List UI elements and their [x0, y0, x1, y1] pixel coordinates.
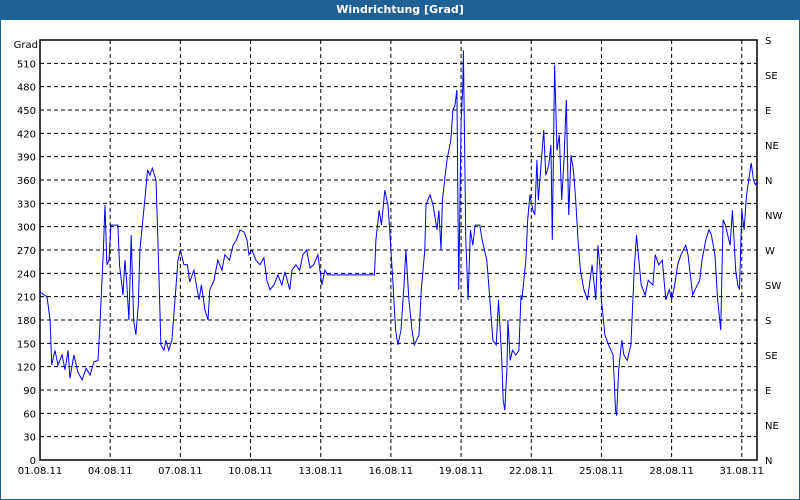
y-tick-label: 270 [17, 246, 36, 257]
x-tick-label: 25.08.11 [579, 466, 624, 477]
compass-tick-label: S [765, 316, 771, 327]
x-tick-label: 22.08.11 [509, 466, 554, 477]
compass-tick-label: NE [765, 141, 779, 152]
y-tick-label: 150 [17, 339, 36, 350]
compass-tick-label: NW [765, 211, 782, 222]
y-tick-label: 510 [17, 59, 36, 70]
y-axis-label: Grad [14, 40, 38, 51]
series [39, 50, 758, 416]
y-tick-label: 120 [17, 363, 36, 374]
wind-direction-line [39, 50, 758, 416]
y-tick-label: 90 [23, 386, 36, 397]
compass-tick-label: E [765, 106, 771, 117]
x-tick-label: 31.08.11 [720, 466, 765, 477]
x-tick-label: 01.08.11 [18, 466, 63, 477]
x-tick-label: 28.08.11 [649, 466, 694, 477]
compass-tick-label: S [765, 36, 771, 47]
y-tick-label: 420 [17, 129, 36, 140]
compass-tick-label: E [765, 386, 771, 397]
x-tick-label: 04.08.11 [88, 466, 133, 477]
y-tick-label: 180 [17, 316, 36, 327]
compass-tick-label: SW [765, 281, 781, 292]
y-tick-label: 210 [17, 293, 36, 304]
wind-direction-chart: 0306090120150180210240270300330360390420… [14, 36, 783, 477]
y-tick-label: 480 [17, 83, 36, 94]
x-tick-label: 07.08.11 [158, 466, 203, 477]
y-tick-label: 60 [23, 409, 36, 420]
compass-tick-label: SE [765, 351, 778, 362]
x-tick-label: 16.08.11 [369, 466, 414, 477]
y-tick-label: 390 [17, 153, 36, 164]
x-tick-label: 10.08.11 [228, 466, 273, 477]
y-tick-label: 360 [17, 176, 36, 187]
y-tick-label: 30 [23, 433, 36, 444]
x-tick-label: 19.08.11 [439, 466, 484, 477]
compass-tick-label: NE [765, 421, 779, 432]
y-tick-label: 300 [17, 223, 36, 234]
compass-tick-label: N [765, 176, 772, 187]
y-tick-label: 450 [17, 106, 36, 117]
compass-tick-label: SE [765, 71, 778, 82]
compass-tick-label: N [765, 456, 772, 467]
y-tick-label: 240 [17, 269, 36, 280]
y-tick-label: 330 [17, 199, 36, 210]
grid [40, 40, 757, 460]
x-tick-label: 13.08.11 [298, 466, 343, 477]
compass-tick-label: W [765, 246, 775, 257]
